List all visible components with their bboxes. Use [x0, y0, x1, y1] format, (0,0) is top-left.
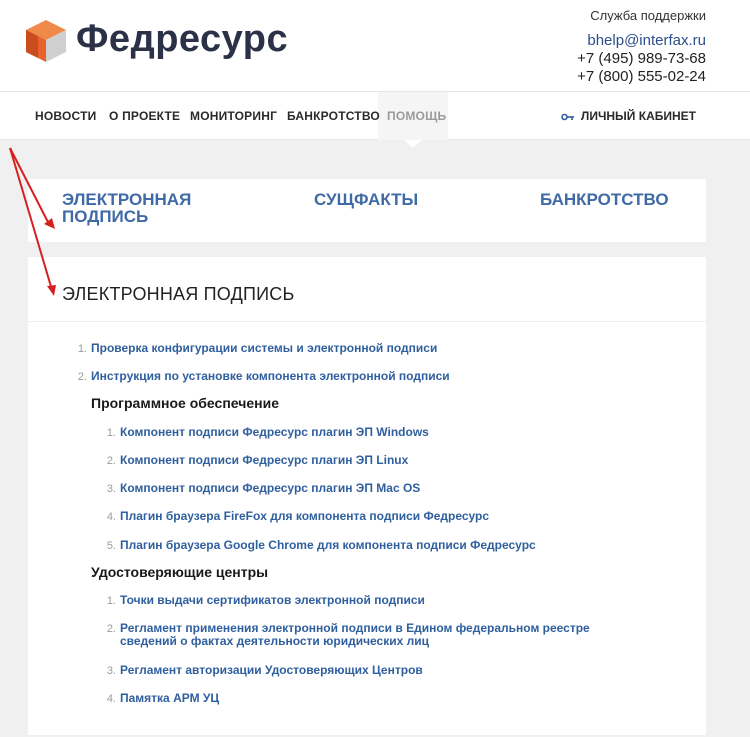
list-number: 4. — [106, 511, 116, 523]
link-arm-uc-memo[interactable]: Памятка АРМ УЦ — [120, 692, 219, 705]
category-sushfakty[interactable]: СУЩФАКТЫ — [314, 191, 418, 208]
help-categories: ЭЛЕКТРОННАЯ ПОДПИСЬ СУЩФАКТЫ БАНКРОТСТВО — [28, 179, 706, 242]
link-plugin-macos[interactable]: Компонент подписи Федресурс плагин ЭП Ma… — [120, 482, 420, 495]
personal-cabinet-link[interactable]: ЛИЧНЫЙ КАБИНЕТ — [561, 109, 696, 123]
support-block: Служба поддержки bhelp@interfax.ru +7 (4… — [577, 8, 706, 86]
list-number: 2. — [106, 455, 116, 467]
link-check-config[interactable]: Проверка конфигурации системы и электрон… — [91, 342, 437, 355]
link-install-instruction[interactable]: Инструкция по установке компонента элект… — [91, 370, 450, 383]
link-esign-regulation[interactable]: Регламент применения электронной подписи… — [120, 622, 595, 648]
nav-active-pointer — [404, 140, 422, 148]
list-number: 1. — [106, 595, 116, 607]
list-number: 4. — [106, 693, 116, 705]
link-plugin-chrome[interactable]: Плагин браузера Google Chrome для компон… — [120, 539, 536, 552]
category-e-signature[interactable]: ЭЛЕКТРОННАЯ ПОДПИСЬ — [62, 191, 232, 225]
list-number: 5. — [106, 540, 116, 552]
content-panel: ЭЛЕКТРОННАЯ ПОДПИСЬ 1. Проверка конфигур… — [28, 257, 706, 735]
brand-name[interactable]: Федресурс — [76, 18, 288, 61]
nav-item-help[interactable]: ПОМОЩЬ — [387, 109, 446, 123]
support-phone-2[interactable]: +7 (800) 555-02-24 — [577, 68, 706, 86]
personal-cabinet-label: ЛИЧНЫЙ КАБИНЕТ — [580, 109, 696, 123]
link-plugin-linux[interactable]: Компонент подписи Федресурс плагин ЭП Li… — [120, 454, 408, 467]
section-title-certification-centers: Удостоверяющие центры — [91, 564, 269, 580]
section-title-software: Программное обеспечение — [91, 395, 279, 411]
support-email-link[interactable]: bhelp@interfax.ru — [577, 32, 706, 50]
list-number: 3. — [106, 665, 116, 677]
link-cert-issue-points[interactable]: Точки выдачи сертификатов электронной по… — [120, 594, 425, 607]
fedresurs-logo-icon[interactable] — [26, 20, 66, 62]
title-divider — [28, 321, 706, 322]
nav-item-bankruptcy[interactable]: БАНКРОТСТВО — [287, 109, 380, 123]
site-header: Федресурс Служба поддержки bhelp@interfa… — [0, 0, 750, 92]
link-plugin-firefox[interactable]: Плагин браузера FireFox для компонента п… — [120, 510, 489, 523]
list-number: 1. — [106, 427, 116, 439]
list-number: 1. — [77, 343, 87, 355]
nav-item-news[interactable]: НОВОСТИ — [35, 109, 96, 123]
link-plugin-windows[interactable]: Компонент подписи Федресурс плагин ЭП Wi… — [120, 426, 429, 439]
category-bankruptcy[interactable]: БАНКРОТСТВО — [540, 191, 669, 208]
main-nav: НОВОСТИ О ПРОЕКТЕ МОНИТОРИНГ БАНКРОТСТВО… — [0, 92, 750, 140]
list-number: 2. — [106, 623, 116, 635]
nav-item-monitoring[interactable]: МОНИТОРИНГ — [190, 109, 277, 123]
support-label: Служба поддержки — [590, 8, 706, 23]
support-phone-1[interactable]: +7 (495) 989-73-68 — [577, 50, 706, 68]
list-number: 2. — [77, 371, 87, 383]
key-icon — [561, 113, 574, 121]
page-title: ЭЛЕКТРОННАЯ ПОДПИСЬ — [62, 284, 295, 304]
link-auth-regulation[interactable]: Регламент авторизации Удостоверяющих Цен… — [120, 664, 423, 677]
nav-item-about[interactable]: О ПРОЕКТЕ — [109, 109, 180, 123]
list-number: 3. — [106, 483, 116, 495]
